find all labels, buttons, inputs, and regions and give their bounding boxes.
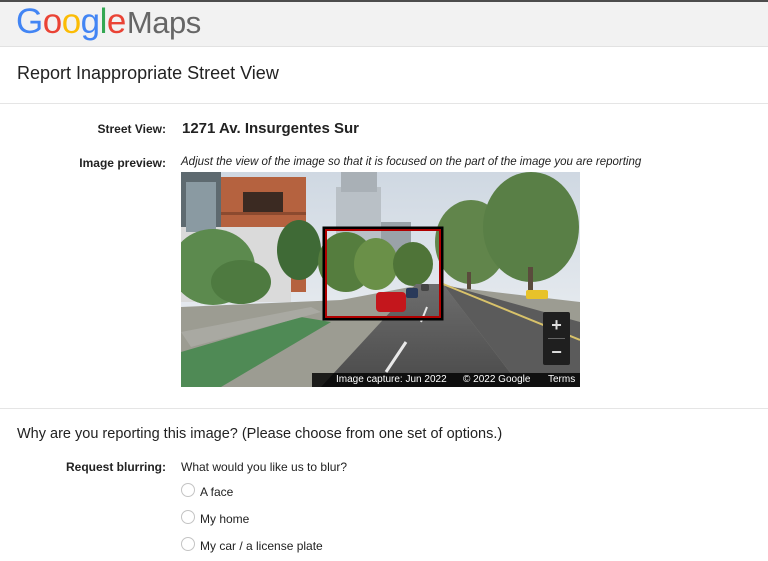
page-title: Report Inappropriate Street View: [17, 63, 279, 83]
image-preview-hint: Adjust the view of the image so that it …: [181, 156, 642, 168]
zoom-out-button[interactable]: −: [543, 339, 570, 365]
terms-link[interactable]: Terms: [548, 373, 575, 387]
image-credit-bar: Image capture: Jun 2022 © 2022 Google Te…: [312, 373, 580, 387]
logo-letter: e: [106, 2, 126, 41]
divider: [0, 103, 768, 104]
image-capture-date: Image capture: Jun 2022: [336, 374, 447, 385]
radio-button[interactable]: [181, 510, 195, 524]
logo-letter: g: [80, 2, 100, 41]
blur-option-label: My home: [200, 512, 250, 526]
logo-letter: o: [42, 2, 62, 41]
logo-letter: o: [61, 2, 81, 41]
header: GoogleMaps: [0, 0, 768, 47]
street-view-address: 1271 Av. Insurgentes Sur: [182, 120, 360, 137]
copyright-text: © 2022 Google: [463, 374, 531, 385]
zoom-in-button[interactable]: +: [543, 312, 570, 338]
divider: [0, 408, 768, 409]
street-view-image[interactable]: [181, 172, 580, 387]
logo-letter: G: [16, 2, 43, 41]
street-view-label: Street View:: [97, 122, 166, 136]
street-view-preview[interactable]: + − Image capture: Jun 2022 © 2022 Googl…: [181, 172, 580, 387]
google-maps-logo[interactable]: GoogleMaps: [16, 2, 201, 43]
image-preview-label: Image preview:: [79, 156, 166, 170]
zoom-controls: + −: [543, 312, 570, 365]
radio-button[interactable]: [181, 537, 195, 551]
logo-letter: l: [99, 2, 108, 41]
logo-product-name: Maps: [126, 5, 201, 40]
request-blurring-label: Request blurring:: [65, 460, 166, 474]
blur-option-label: A face: [200, 485, 234, 499]
reason-heading: Why are you reporting this image? (Pleas…: [17, 426, 503, 442]
blur-option-label: My car / a license plate: [200, 539, 323, 553]
blur-question: What would you like us to blur?: [181, 460, 348, 474]
radio-button[interactable]: [181, 483, 195, 497]
